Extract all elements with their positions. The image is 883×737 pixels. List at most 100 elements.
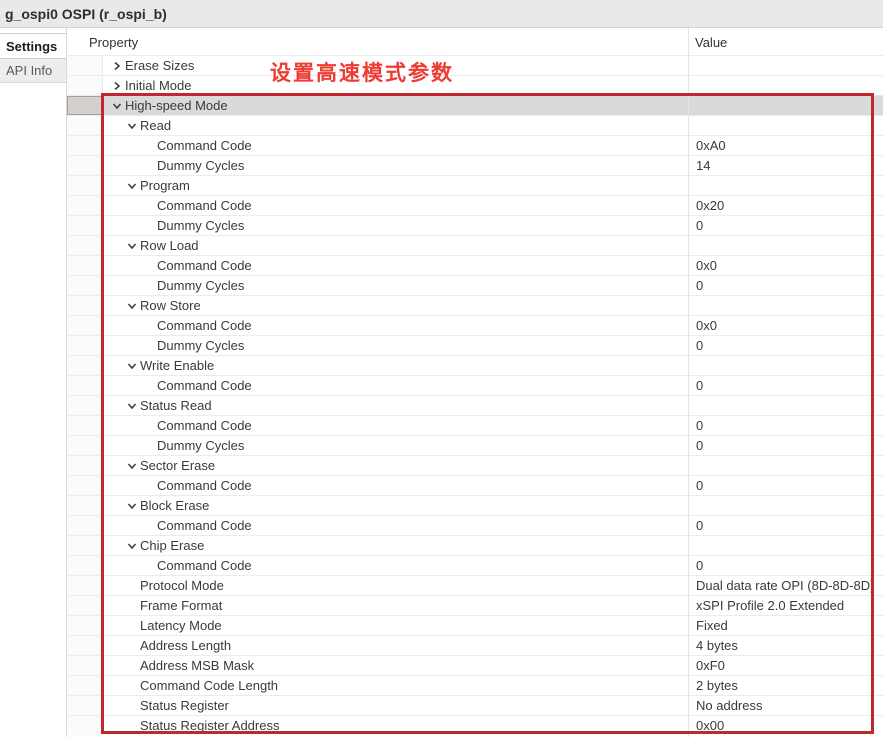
value-cell[interactable]: 4 bytes (688, 636, 883, 655)
row-gutter[interactable] (67, 56, 103, 75)
value-cell[interactable] (688, 56, 883, 75)
table-row[interactable]: Status Read (67, 395, 883, 415)
value-cell[interactable]: 0x00 (688, 716, 883, 735)
value-cell[interactable]: Dual data rate OPI (8D-8D-8D) (688, 576, 883, 595)
row-gutter[interactable] (67, 456, 103, 475)
chevron-down-icon[interactable] (126, 361, 138, 371)
row-gutter[interactable] (67, 676, 103, 695)
row-gutter[interactable] (67, 336, 103, 355)
table-row[interactable]: Read (67, 115, 883, 135)
row-gutter[interactable] (67, 76, 103, 95)
value-cell[interactable]: 0 (688, 336, 883, 355)
value-cell[interactable]: 0 (688, 416, 883, 435)
value-cell[interactable]: No address (688, 696, 883, 715)
chevron-down-icon[interactable] (126, 501, 138, 511)
value-cell[interactable] (688, 76, 883, 95)
value-cell[interactable]: 0xA0 (688, 136, 883, 155)
row-gutter[interactable] (67, 636, 103, 655)
value-cell[interactable]: 0x20 (688, 196, 883, 215)
value-cell[interactable]: 0 (688, 216, 883, 235)
row-gutter[interactable] (67, 496, 103, 515)
row-gutter[interactable] (67, 596, 103, 615)
value-cell[interactable] (688, 536, 883, 555)
chevron-down-icon[interactable] (126, 401, 138, 411)
chevron-down-icon[interactable] (126, 121, 138, 131)
row-gutter[interactable] (67, 136, 103, 155)
value-cell[interactable]: 0x0 (688, 256, 883, 275)
value-cell[interactable]: 0 (688, 376, 883, 395)
table-row[interactable]: Address MSB Mask0xF0 (67, 655, 883, 675)
value-cell[interactable] (688, 396, 883, 415)
row-gutter[interactable] (67, 356, 103, 375)
row-gutter[interactable] (67, 196, 103, 215)
row-gutter[interactable] (67, 296, 103, 315)
value-cell[interactable]: 0 (688, 516, 883, 535)
value-cell[interactable] (688, 176, 883, 195)
table-row[interactable]: Latency ModeFixed (67, 615, 883, 635)
row-gutter[interactable] (67, 576, 103, 595)
table-row[interactable]: Address Length4 bytes (67, 635, 883, 655)
chevron-down-icon[interactable] (126, 301, 138, 311)
table-row[interactable]: Dummy Cycles0 (67, 275, 883, 295)
row-gutter[interactable] (67, 556, 103, 575)
row-gutter[interactable] (67, 276, 103, 295)
table-row[interactable]: Row Load (67, 235, 883, 255)
value-cell[interactable] (688, 236, 883, 255)
value-cell[interactable] (688, 296, 883, 315)
row-gutter[interactable] (67, 656, 103, 675)
table-row[interactable]: Command Code Length2 bytes (67, 675, 883, 695)
chevron-down-icon[interactable] (126, 541, 138, 551)
column-separator[interactable] (688, 28, 689, 737)
row-gutter[interactable] (67, 516, 103, 535)
table-row[interactable]: Status Register Address0x00 (67, 715, 883, 735)
table-row[interactable]: Command Code0x0 (67, 255, 883, 275)
table-row[interactable]: Chip Erase (67, 535, 883, 555)
value-cell[interactable]: 0xF0 (688, 656, 883, 675)
value-cell[interactable]: 0 (688, 476, 883, 495)
table-row[interactable]: Dummy Cycles0 (67, 435, 883, 455)
value-cell[interactable]: 0 (688, 276, 883, 295)
chevron-down-icon[interactable] (126, 461, 138, 471)
value-cell[interactable] (688, 496, 883, 515)
table-row[interactable]: Block Erase (67, 495, 883, 515)
row-gutter[interactable] (67, 216, 103, 235)
row-gutter[interactable] (67, 536, 103, 555)
table-row[interactable]: Command Code0x0 (67, 315, 883, 335)
row-gutter[interactable] (67, 716, 103, 735)
row-gutter[interactable] (67, 176, 103, 195)
row-gutter[interactable] (67, 616, 103, 635)
value-cell[interactable] (688, 456, 883, 475)
row-gutter[interactable] (67, 316, 103, 335)
table-row[interactable]: High-speed Mode (67, 95, 883, 115)
value-cell[interactable] (688, 116, 883, 135)
row-gutter[interactable] (67, 416, 103, 435)
table-row[interactable]: Command Code0 (67, 515, 883, 535)
row-gutter[interactable] (67, 236, 103, 255)
table-row[interactable]: Command Code0 (67, 555, 883, 575)
row-gutter[interactable] (67, 396, 103, 415)
table-row[interactable]: Write Enable (67, 355, 883, 375)
table-row[interactable]: Command Code0x20 (67, 195, 883, 215)
table-row[interactable]: Program (67, 175, 883, 195)
table-row[interactable]: Dummy Cycles14 (67, 155, 883, 175)
table-row[interactable]: Command Code0xA0 (67, 135, 883, 155)
table-row[interactable]: Initial Mode (67, 75, 883, 95)
table-row[interactable]: Protocol ModeDual data rate OPI (8D-8D-8… (67, 575, 883, 595)
value-cell[interactable] (688, 96, 883, 115)
row-gutter[interactable] (67, 436, 103, 455)
value-cell[interactable]: xSPI Profile 2.0 Extended (688, 596, 883, 615)
value-cell[interactable]: 14 (688, 156, 883, 175)
tab-api-info[interactable]: API Info (0, 59, 66, 83)
table-row[interactable]: Row Store (67, 295, 883, 315)
row-gutter[interactable] (67, 156, 103, 175)
table-row[interactable]: Command Code0 (67, 415, 883, 435)
chevron-right-icon[interactable] (111, 61, 123, 71)
value-cell[interactable]: 2 bytes (688, 676, 883, 695)
table-row[interactable]: Sector Erase (67, 455, 883, 475)
chevron-right-icon[interactable] (111, 81, 123, 91)
table-row[interactable]: Frame FormatxSPI Profile 2.0 Extended (67, 595, 883, 615)
row-gutter[interactable] (67, 376, 103, 395)
table-row[interactable]: Dummy Cycles0 (67, 215, 883, 235)
value-cell[interactable] (688, 356, 883, 375)
table-row[interactable]: Command Code0 (67, 475, 883, 495)
